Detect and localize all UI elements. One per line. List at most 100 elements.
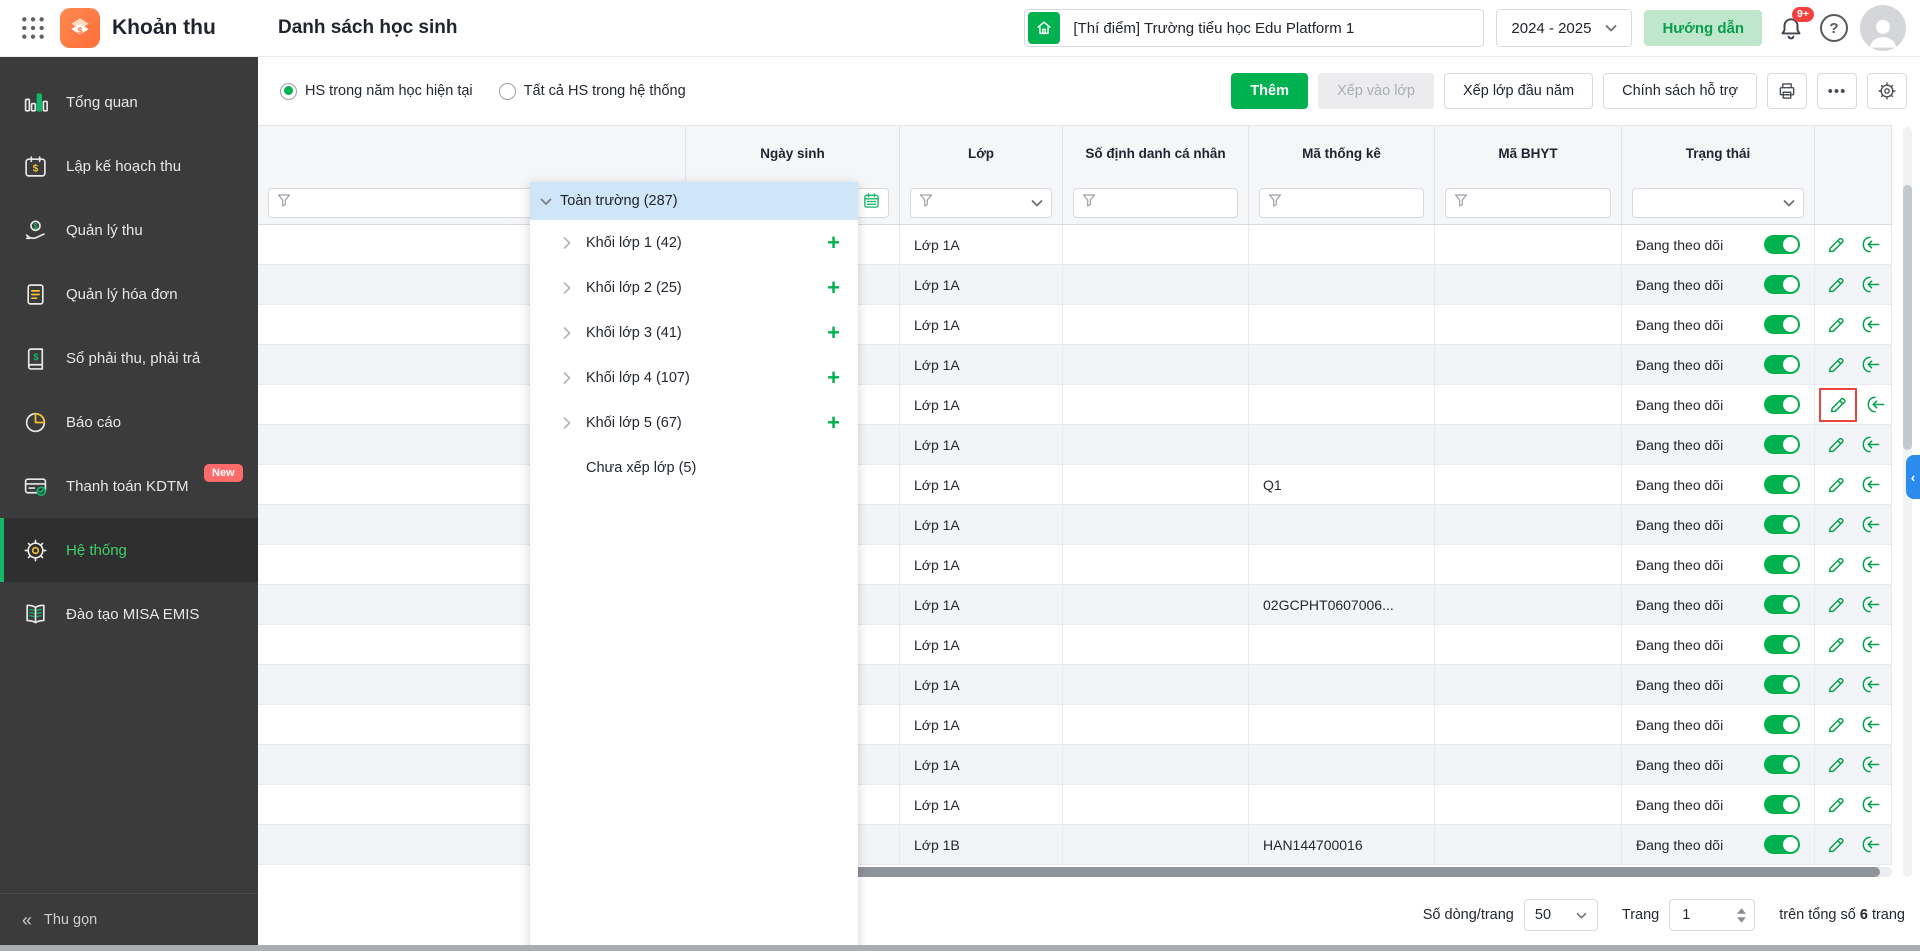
edit-student-button[interactable]	[1823, 631, 1849, 659]
radio-all-students[interactable]: Tất cả HS trong hệ thống	[498, 82, 686, 100]
check-in-student-button[interactable]	[1857, 711, 1883, 739]
tree-item-kh-i-l-p-4-107-[interactable]: Khối lớp 4 (107) +	[530, 355, 858, 400]
chevron-down-icon[interactable]	[1783, 194, 1795, 212]
check-in-student-button[interactable]	[1857, 311, 1883, 339]
edit-student-button[interactable]	[1823, 591, 1849, 619]
check-in-student-button[interactable]	[1857, 551, 1883, 579]
edit-student-button[interactable]	[1823, 551, 1849, 579]
status-toggle[interactable]	[1764, 795, 1800, 814]
sidebar-item-l-p-k-ho-ch-thu[interactable]: $ Lập kế hoạch thu	[0, 134, 258, 198]
sidebar-item-qu-n-l-h-a-n[interactable]: Quản lý hóa đơn	[0, 262, 258, 326]
edit-student-button[interactable]	[1823, 711, 1849, 739]
check-in-student-button[interactable]	[1857, 471, 1883, 499]
edit-student-button[interactable]	[1823, 751, 1849, 779]
guide-button[interactable]: Hướng dẫn	[1644, 10, 1762, 46]
status-toggle[interactable]	[1764, 475, 1800, 494]
tree-item-ch-a-x-p-l-p-5-[interactable]: Chưa xếp lớp (5)	[530, 445, 858, 490]
edit-student-button[interactable]	[1823, 431, 1849, 459]
status-toggle[interactable]	[1764, 235, 1800, 254]
add-class-icon[interactable]: +	[827, 321, 840, 344]
edit-student-button[interactable]	[1823, 351, 1849, 379]
vertical-scrollbar-thumb[interactable]	[1903, 185, 1912, 450]
status-toggle[interactable]	[1764, 595, 1800, 614]
status-toggle[interactable]	[1764, 635, 1800, 654]
status-toggle[interactable]	[1764, 675, 1800, 694]
chevron-right-icon[interactable]	[562, 326, 574, 339]
sidebar-item--o-t-o-misa-emis[interactable]: Đào tạo MISA EMIS	[0, 582, 258, 646]
check-in-student-button[interactable]	[1865, 391, 1887, 419]
side-panel-expand-tab[interactable]: ‹	[1906, 455, 1920, 499]
school-selector[interactable]: [Thí điểm] Trường tiểu học Edu Platform …	[1024, 9, 1485, 47]
table-row[interactable]: Lớp 1A Đang theo dõi	[258, 625, 1892, 665]
add-class-icon[interactable]: +	[827, 276, 840, 299]
edit-student-button[interactable]	[1825, 391, 1851, 419]
chevron-right-icon[interactable]	[562, 371, 574, 384]
page-spinner[interactable]	[1737, 907, 1747, 923]
chevron-down-icon[interactable]	[1031, 194, 1043, 212]
chevron-right-icon[interactable]	[562, 236, 574, 249]
table-row[interactable]: Lớp 1A Đang theo dõi	[258, 265, 1892, 305]
table-row[interactable]: Lớp 1A Đang theo dõi	[258, 345, 1892, 385]
table-row[interactable]: 21/02/2021Lớp 1AĐang theo dõi	[258, 505, 1892, 545]
status-toggle[interactable]	[1764, 555, 1800, 574]
sidebar-item-thanh-to-n-kdtm[interactable]: Thanh toán KDTM New	[0, 454, 258, 518]
add-class-icon[interactable]: +	[827, 366, 840, 389]
sidebar-item-b-o-c-o[interactable]: Báo cáo	[0, 390, 258, 454]
edit-student-button[interactable]	[1823, 671, 1849, 699]
rows-per-page-select[interactable]: 50	[1523, 899, 1598, 931]
edit-student-button[interactable]	[1823, 471, 1849, 499]
assign-start-year-button[interactable]: Xếp lớp đầu năm	[1444, 73, 1594, 109]
table-row[interactable]: Lớp 1A Đang theo dõi	[258, 705, 1892, 745]
table-row[interactable]: 11/11/2018Lớp 1AĐang theo dõi	[258, 385, 1892, 425]
check-in-student-button[interactable]	[1857, 591, 1883, 619]
status-toggle[interactable]	[1764, 755, 1800, 774]
notifications-button[interactable]: 9+	[1774, 7, 1814, 45]
status-toggle[interactable]	[1764, 515, 1800, 534]
column-filter-input[interactable]	[1073, 188, 1238, 218]
check-in-student-button[interactable]	[1857, 631, 1883, 659]
check-in-student-button[interactable]	[1857, 271, 1883, 299]
table-row[interactable]: Lớp 1A Q1 Đang theo dõi	[258, 465, 1892, 505]
add-button[interactable]: Thêm	[1231, 73, 1308, 109]
avatar[interactable]	[1860, 5, 1906, 51]
edit-student-button[interactable]	[1823, 511, 1849, 539]
chevron-right-icon[interactable]	[562, 281, 574, 294]
table-row[interactable]: n01/01/2018Lớp 1BHAN144700016Đang theo d…	[258, 825, 1892, 865]
table-row[interactable]: hao nghiLớp 1AĐang theo dõi	[258, 425, 1892, 465]
table-row[interactable]: NguyệtLớp 1AĐang theo dõi	[258, 745, 1892, 785]
status-toggle[interactable]	[1764, 275, 1800, 294]
column-filter-input[interactable]	[910, 188, 1052, 218]
horizontal-scrollbar-thumb[interactable]	[830, 867, 1880, 877]
help-button[interactable]: ?	[1820, 14, 1848, 42]
sidebar-collapse-button[interactable]: « Thu gọn	[0, 893, 258, 945]
check-in-student-button[interactable]	[1857, 831, 1883, 859]
column-filter-input[interactable]	[1259, 188, 1424, 218]
radio-current-year-students[interactable]: HS trong năm học hiện tại	[280, 82, 473, 100]
check-in-student-button[interactable]	[1857, 671, 1883, 699]
sidebar-item-s-ph-i-thu-ph-i-tr-[interactable]: $ Sổ phải thu, phải trả	[0, 326, 258, 390]
table-row[interactable]: Lớp 1A Đang theo dõi	[258, 665, 1892, 705]
support-policy-button[interactable]: Chính sách hỗ trợ	[1603, 73, 1757, 109]
status-toggle[interactable]	[1764, 355, 1800, 374]
edit-student-button[interactable]	[1823, 271, 1849, 299]
radio-selected-icon[interactable]	[280, 82, 297, 100]
check-in-student-button[interactable]	[1857, 511, 1883, 539]
page-number-input[interactable]: 1	[1669, 899, 1756, 931]
status-toggle[interactable]	[1764, 435, 1800, 454]
status-filter-select[interactable]	[1632, 188, 1804, 218]
app-grid-icon[interactable]	[16, 11, 50, 45]
add-class-icon[interactable]: +	[827, 411, 840, 434]
edit-student-button[interactable]	[1823, 311, 1849, 339]
table-row[interactable]: Lớp 1A Đang theo dõi	[258, 785, 1892, 825]
print-button[interactable]	[1767, 73, 1807, 109]
check-in-student-button[interactable]	[1857, 231, 1883, 259]
tree-item-kh-i-l-p-1-42-[interactable]: Khối lớp 1 (42) +	[530, 220, 858, 265]
sidebar-item-qu-n-l-thu[interactable]: $ Quản lý thu	[0, 198, 258, 262]
status-toggle[interactable]	[1764, 395, 1800, 414]
status-toggle[interactable]	[1764, 835, 1800, 854]
edit-student-button[interactable]	[1823, 791, 1849, 819]
vertical-scrollbar[interactable]	[1903, 127, 1912, 877]
check-in-student-button[interactable]	[1857, 751, 1883, 779]
table-row[interactable]: t@!Lớp 1AĐang theo dõi	[258, 225, 1892, 265]
column-filter-input[interactable]	[1445, 188, 1611, 218]
